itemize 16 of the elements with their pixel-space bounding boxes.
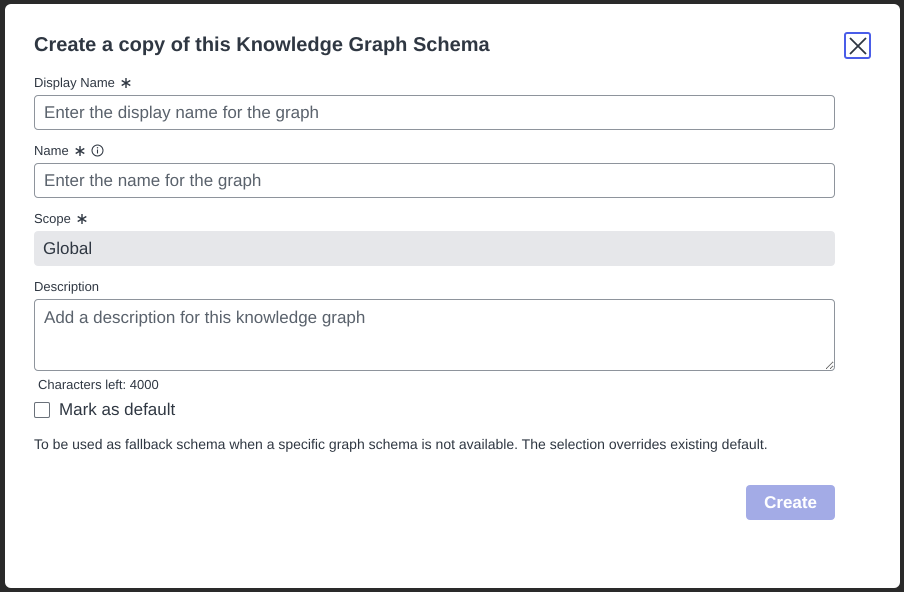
field-label: Scope [34, 211, 71, 226]
help-text: To be used as fallback schema when a specific graph schema is not available. The selection overrides existing default. [34, 436, 769, 452]
field-label: Description [34, 279, 100, 294]
info-icon[interactable] [90, 144, 104, 157]
field-label: Name [34, 143, 69, 158]
field-label: Display Name [34, 75, 115, 90]
characters-left-text: Characters left: 4000 [38, 377, 160, 392]
text-input-field[interactable]: Enter the name for the graph [34, 163, 835, 198]
description-field[interactable]: Add a description for this knowledge graph [34, 299, 835, 371]
text-input-field[interactable]: Enter the display name for the graph [34, 95, 835, 130]
close-button[interactable] [844, 32, 871, 59]
scope-field: Global [34, 231, 835, 266]
dialog-title: Create a copy of this Knowledge Graph Schema [34, 34, 490, 57]
checkbox-label: Mark as default [59, 400, 176, 420]
checkbox[interactable] [34, 402, 50, 418]
close-icon [848, 36, 868, 56]
